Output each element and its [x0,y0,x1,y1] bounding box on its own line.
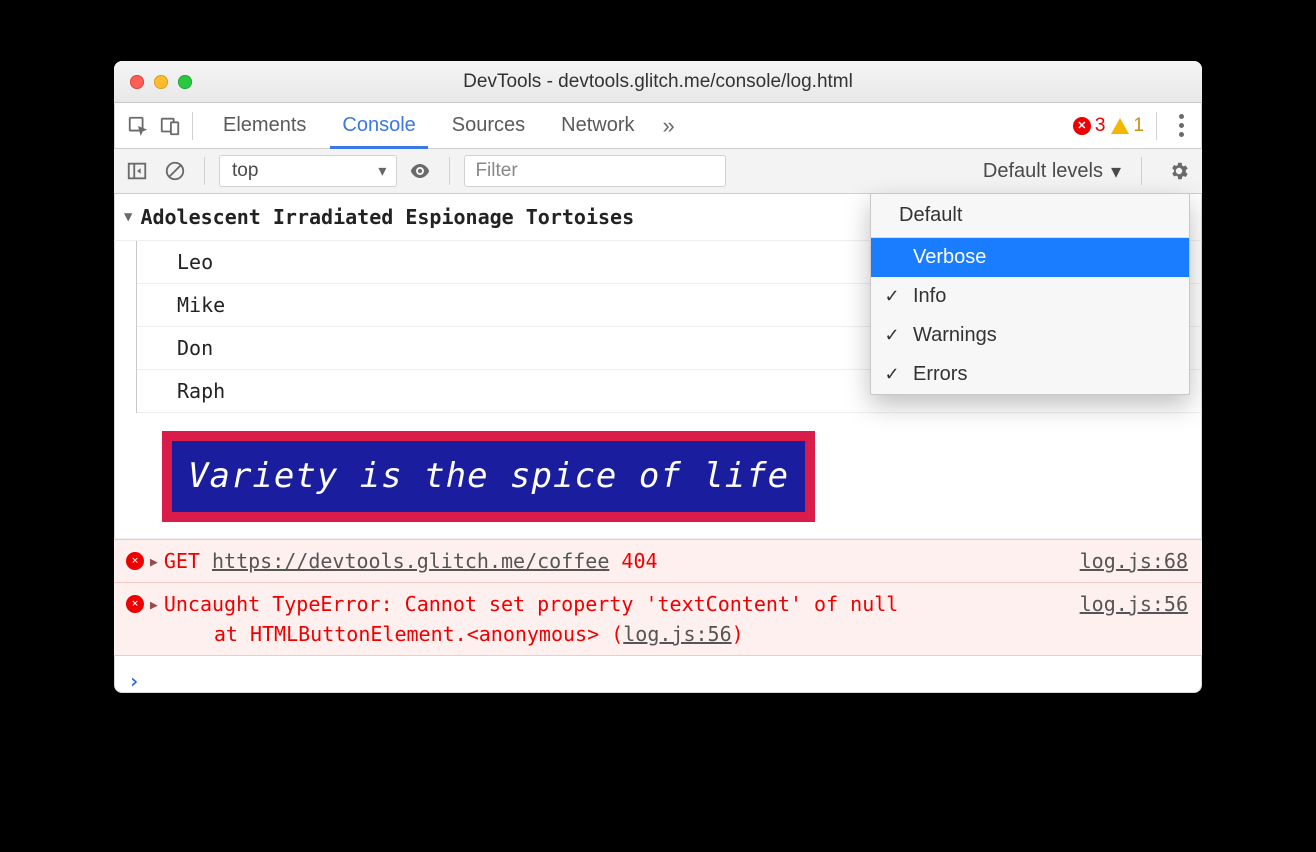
context-label: top [232,160,258,182]
live-expression-icon[interactable] [405,156,435,186]
window-title: DevTools - devtools.glitch.me/console/lo… [114,71,1202,93]
triangle-right-icon[interactable]: ▶ [150,596,158,616]
log-level-label: Default levels [983,160,1103,183]
error-message: Uncaught TypeError: Cannot set property … [164,589,1190,649]
tab-console[interactable]: Console [324,103,433,148]
stack-link[interactable]: log.js:56 [623,622,731,646]
divider [204,157,205,185]
execution-context-selector[interactable]: top ▾ [219,155,397,187]
traffic-lights [130,75,192,89]
menu-item-errors[interactable]: ✓ Errors [871,355,1189,394]
status-badges: 3 1 [1073,112,1194,140]
source-link[interactable]: log.js:56 [1080,589,1188,619]
console-toolbar: top ▾ Filter Default levels ▾ [114,149,1202,194]
select-element-icon[interactable] [122,110,154,142]
divider [192,112,193,140]
console-prompt[interactable]: › [114,656,1202,706]
filter-input[interactable]: Filter [464,155,726,187]
styled-log-message: Variety is the spice of life [162,431,815,522]
styled-log-row: Variety is the spice of life [114,413,1202,539]
request-url-link[interactable]: https://devtools.glitch.me/coffee [212,549,609,573]
error-count: 3 [1095,115,1106,137]
menu-item-info[interactable]: ✓ Info [871,277,1189,316]
menu-item-warnings[interactable]: ✓ Warnings [871,316,1189,355]
log-levels-menu: Default Verbose ✓ Info ✓ Warnings ✓ Erro… [870,193,1190,395]
error-icon [126,595,144,613]
check-icon: ✓ [881,286,903,307]
tab-sources[interactable]: Sources [434,103,543,148]
divider [1156,112,1157,140]
log-level-selector[interactable]: Default levels ▾ [977,159,1127,184]
check-icon: ✓ [881,325,903,346]
error-icon [1073,117,1091,135]
divider [1141,157,1142,185]
triangle-down-icon: ▼ [124,207,132,228]
devtools-tabstrip: Elements Console Sources Network » 3 1 [114,103,1202,149]
toggle-console-sidebar-icon[interactable] [122,156,152,186]
group-title: Adolescent Irradiated Espionage Tortoise… [140,202,634,232]
chevron-down-icon: ▾ [1111,159,1121,184]
titlebar: DevTools - devtools.glitch.me/console/lo… [114,61,1202,103]
source-link[interactable]: log.js:68 [1080,546,1188,576]
panel-tabs: Elements Console Sources Network [205,103,653,148]
chevron-down-icon: ▾ [378,161,386,181]
error-icon [126,552,144,570]
console-settings-icon[interactable] [1164,156,1194,186]
devtools-window: DevTools - devtools.glitch.me/console/lo… [114,61,1202,693]
zoom-window-button[interactable] [178,75,192,89]
console-error-row: ▶ Uncaught TypeError: Cannot set propert… [114,583,1202,656]
menu-item-verbose[interactable]: Verbose [871,238,1189,277]
tab-network[interactable]: Network [543,103,652,148]
triangle-right-icon[interactable]: ▶ [150,553,158,573]
check-icon: ✓ [881,364,903,385]
tab-elements[interactable]: Elements [205,103,324,148]
filter-placeholder: Filter [475,160,517,182]
warning-icon [1111,118,1129,134]
close-window-button[interactable] [130,75,144,89]
divider [449,157,450,185]
console-error-row: ▶ GET https://devtools.glitch.me/coffee … [114,539,1202,583]
tabs-overflow-icon[interactable]: » [663,113,675,139]
clear-console-icon[interactable] [160,156,190,186]
more-options-icon[interactable] [1179,114,1184,137]
warning-count: 1 [1133,115,1144,137]
error-message: GET https://devtools.glitch.me/coffee 40… [164,546,1190,576]
toggle-device-toolbar-icon[interactable] [154,110,186,142]
menu-default[interactable]: Default [871,194,1189,238]
minimize-window-button[interactable] [154,75,168,89]
warning-count-badge[interactable]: 1 [1111,115,1144,137]
error-count-badge[interactable]: 3 [1073,115,1106,137]
